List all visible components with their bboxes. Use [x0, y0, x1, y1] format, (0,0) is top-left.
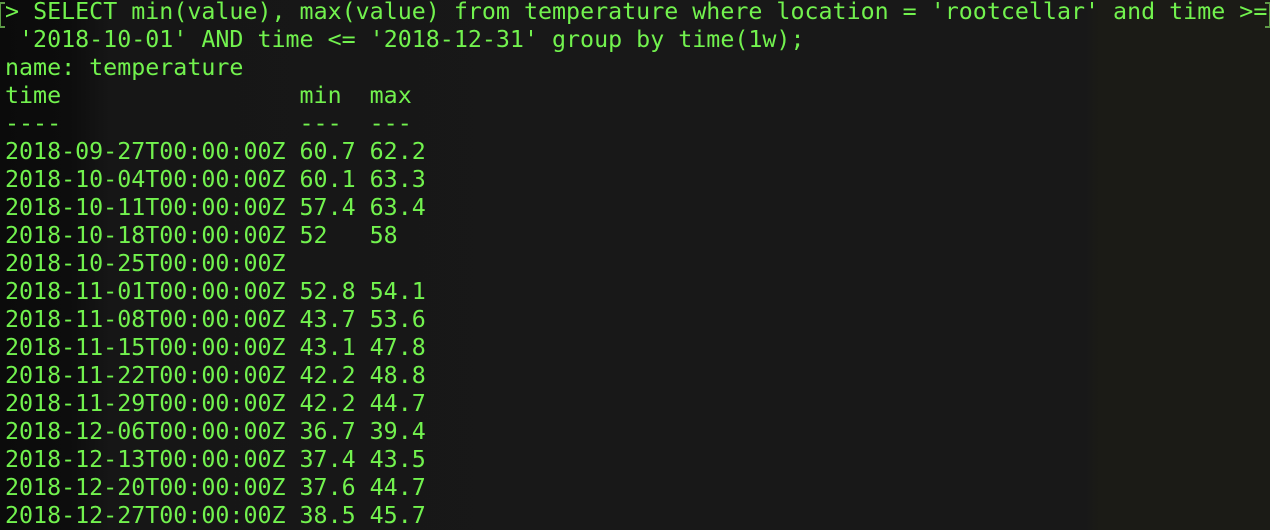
header-max: max	[369, 82, 412, 109]
table-separator: ---- --- ---	[5, 110, 1270, 138]
table-row: 2018-12-13T00:00:00Z 37.4 43.5	[5, 446, 1270, 474]
cell-min: 52	[299, 222, 328, 249]
cell-max: 44.7	[369, 390, 426, 417]
cell-min: 43.7	[299, 306, 356, 333]
cell-max: 53.6	[369, 306, 426, 333]
cell-time: 2018-10-04T00:00:00Z	[5, 166, 286, 193]
table-row: 2018-09-27T00:00:00Z 60.7 62.2	[5, 138, 1270, 166]
table-row: 2018-10-11T00:00:00Z 57.4 63.4	[5, 194, 1270, 222]
separator-time: ----	[5, 110, 62, 137]
cell-min: 60.7	[299, 138, 356, 165]
cell-time: 2018-11-01T00:00:00Z	[5, 278, 286, 305]
cell-time: 2018-10-25T00:00:00Z	[5, 250, 286, 277]
header-time: time	[5, 82, 62, 109]
cell-max: 63.4	[369, 194, 426, 221]
table-row: 2018-11-22T00:00:00Z 42.2 48.8	[5, 362, 1270, 390]
header-min: min	[299, 82, 342, 109]
table-row: 2018-11-01T00:00:00Z 52.8 54.1	[5, 278, 1270, 306]
separator-max: ---	[369, 110, 412, 137]
cell-time: 2018-12-20T00:00:00Z	[5, 474, 286, 501]
table-row: 2018-11-08T00:00:00Z 43.7 53.6	[5, 306, 1270, 334]
cell-time: 2018-10-11T00:00:00Z	[5, 194, 286, 221]
cell-min: 60.1	[299, 166, 356, 193]
cell-max: 39.4	[369, 418, 426, 445]
cell-min: 42.2	[299, 390, 356, 417]
cell-time: 2018-11-22T00:00:00Z	[5, 362, 286, 389]
cell-time: 2018-10-18T00:00:00Z	[5, 222, 286, 249]
cell-max: 44.7	[369, 474, 426, 501]
cell-min: 36.7	[299, 418, 356, 445]
cell-time: 2018-11-15T00:00:00Z	[5, 334, 286, 361]
table-row: 2018-12-06T00:00:00Z 36.7 39.4	[5, 418, 1270, 446]
cell-time: 2018-11-29T00:00:00Z	[5, 390, 286, 417]
separator-min: ---	[299, 110, 342, 137]
cell-time: 2018-09-27T00:00:00Z	[5, 138, 286, 165]
cell-min: 42.2	[299, 362, 356, 389]
table-header: time min max	[5, 82, 1270, 110]
table-row: 2018-10-18T00:00:00Z 52 58	[5, 222, 1270, 250]
result-name: name: temperature	[5, 54, 244, 81]
cell-min: 57.4	[299, 194, 356, 221]
terminal-output[interactable]: > SELECT min(value), max(value) from tem…	[5, 0, 1270, 530]
table-row: 2018-12-27T00:00:00Z 38.5 45.7	[5, 502, 1270, 530]
prompt: >	[5, 0, 34, 25]
cell-max: 47.8	[369, 334, 426, 361]
command-line: > SELECT min(value), max(value) from tem…	[5, 0, 1270, 26]
cell-max: 54.1	[369, 278, 426, 305]
cell-max: 43.5	[369, 446, 426, 473]
command-line-continued: '2018-10-01' AND time <= '2018-12-31' gr…	[5, 26, 805, 53]
table-row: 2018-11-29T00:00:00Z 42.2 44.7	[5, 390, 1270, 418]
table-rows: 2018-09-27T00:00:00Z 60.7 62.2 2018-10-04T0…	[5, 138, 1270, 530]
cell-max: 62.2	[369, 138, 426, 165]
table-row: 2018-12-20T00:00:00Z 37.6 44.7	[5, 474, 1270, 502]
cell-min: 52.8	[299, 278, 356, 305]
cell-min: 37.6	[299, 474, 356, 501]
cell-max: 45.7	[369, 502, 426, 529]
cell-time: 2018-12-27T00:00:00Z	[5, 502, 286, 529]
cell-min: 37.4	[299, 446, 356, 473]
command-text: SELECT min(value), max(value) from tempe…	[33, 0, 1268, 25]
cell-max: 48.8	[369, 362, 426, 389]
cell-time: 2018-12-13T00:00:00Z	[5, 446, 286, 473]
cell-min: 38.5	[299, 502, 356, 529]
cell-time: 2018-11-08T00:00:00Z	[5, 306, 286, 333]
cell-max: 58	[369, 222, 398, 249]
cell-time: 2018-12-06T00:00:00Z	[5, 418, 286, 445]
cell-min: 43.1	[299, 334, 356, 361]
table-row: 2018-10-25T00:00:00Z	[5, 250, 1270, 278]
table-row: 2018-11-15T00:00:00Z 43.1 47.8	[5, 334, 1270, 362]
cell-max: 63.3	[369, 166, 426, 193]
table-row: 2018-10-04T00:00:00Z 60.1 63.3	[5, 166, 1270, 194]
